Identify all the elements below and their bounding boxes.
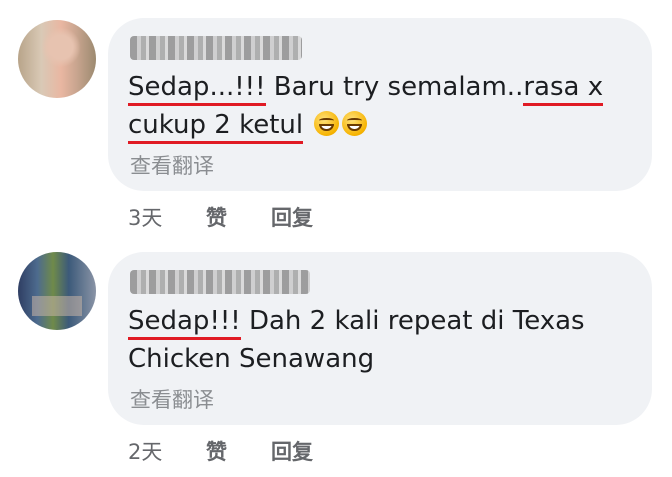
highlighted-text: cukup 2 ketul: [128, 110, 304, 144]
comment-text-segment: Baru try semalam..: [265, 72, 524, 102]
timestamp[interactable]: 2天: [128, 436, 162, 466]
like-button[interactable]: 赞: [206, 202, 227, 232]
comment-bubble: Sedap!!! Dah 2 kali repeat di Texas Chic…: [108, 252, 652, 425]
reply-button[interactable]: 回复: [271, 202, 313, 232]
like-button[interactable]: 赞: [206, 436, 227, 466]
grinning-squinting-face-icon: [314, 111, 340, 136]
highlighted-text: Sedap...!!!: [128, 72, 266, 106]
see-translation-link[interactable]: 查看翻译: [130, 150, 214, 180]
highlighted-text: rasa x: [523, 72, 604, 106]
see-translation-link[interactable]: 查看翻译: [130, 384, 214, 414]
author-name-redacted[interactable]: [130, 270, 310, 294]
avatar[interactable]: [18, 252, 96, 330]
avatar[interactable]: [18, 20, 96, 98]
author-name-redacted[interactable]: [130, 36, 302, 60]
grinning-squinting-face-icon: [342, 111, 368, 136]
timestamp[interactable]: 3天: [128, 202, 162, 232]
highlighted-text: Sedap!!!: [128, 306, 241, 340]
comment-text: Sedap!!! Dah 2 kali repeat di Texas Chic…: [128, 302, 628, 378]
comment-text: Sedap...!!! Baru try semalam..rasa x cuku…: [128, 68, 628, 144]
comment-bubble: Sedap...!!! Baru try semalam..rasa x cuku…: [108, 18, 652, 191]
reply-button[interactable]: 回复: [271, 436, 313, 466]
